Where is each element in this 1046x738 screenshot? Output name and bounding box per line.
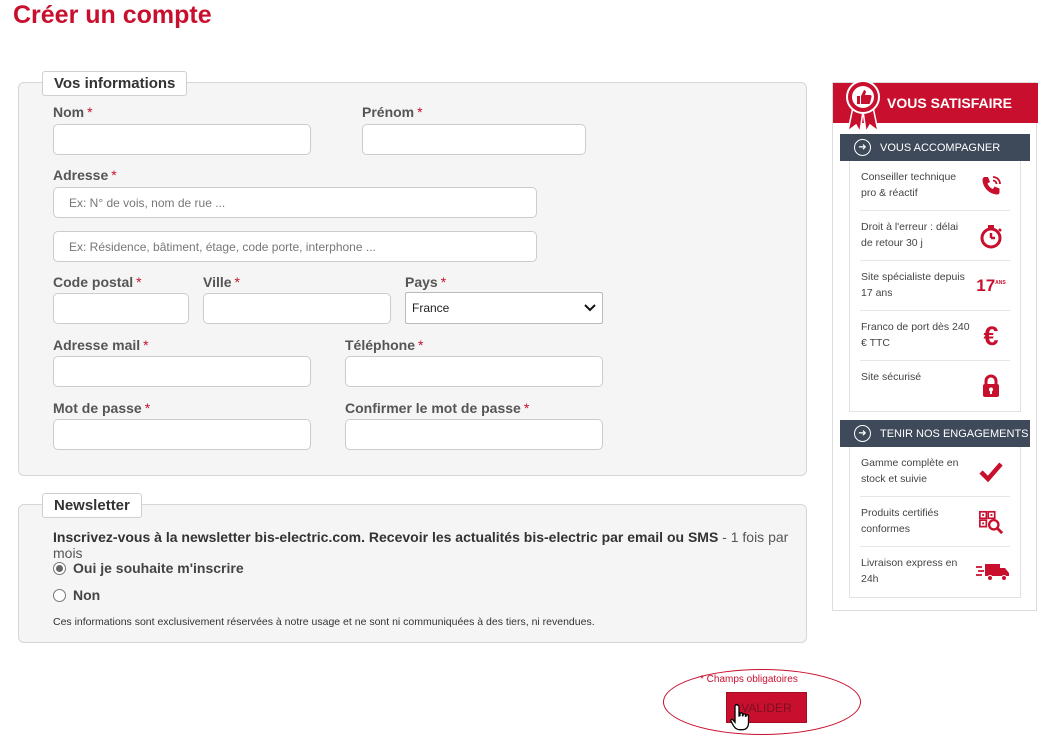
- info-legend: Vos informations: [42, 71, 188, 96]
- password-input[interactable]: [53, 419, 311, 450]
- badge-unit: ANS: [995, 280, 1006, 286]
- nom-input[interactable]: [53, 124, 311, 155]
- qr-search-icon: [978, 509, 1004, 535]
- privacy-note: Ces informations sont exclusivement rése…: [53, 616, 595, 628]
- pays-select[interactable]: France: [405, 292, 603, 324]
- code-postal-label: Code postal *: [53, 274, 142, 290]
- newsletter-option-yes[interactable]: Oui je souhaite m'inscrire: [53, 560, 244, 576]
- required-fields-note: * Champs obligatoires: [700, 674, 798, 685]
- item-text: Droit à l'erreur : délai de retour 30 j: [861, 221, 959, 249]
- arrow-right-icon: ➜: [854, 425, 871, 442]
- list-item: Site spécialiste depuis 17 ans 17 ANS: [860, 261, 1010, 311]
- email-input[interactable]: [53, 356, 311, 387]
- section-accompagner-title: VOUS ACCOMPAGNER: [880, 141, 1001, 154]
- reassurance-sidebar: VOUS SATISFAIRE ➜ VOUS ACCOMPAGNER Conse…: [832, 80, 1038, 611]
- pays-selected-value: France: [412, 301, 450, 315]
- telephone-label: Téléphone *: [345, 337, 424, 353]
- option-no-label: Non: [73, 587, 101, 603]
- section-engagements-heading: ➜ TENIR NOS ENGAGEMENTS: [840, 420, 1030, 447]
- list-item: Franco de port dès 240 € TTC €: [860, 311, 1010, 361]
- lock-icon: [978, 373, 1004, 399]
- adresse-mail-label: Adresse mail *: [53, 337, 149, 353]
- newsletter-legend: Newsletter: [42, 493, 142, 518]
- sidebar-title: VOUS SATISFAIRE: [887, 95, 1012, 111]
- delivery-truck-icon: [976, 559, 1010, 585]
- prenom-input[interactable]: [362, 124, 586, 155]
- adresse-line2-input[interactable]: [53, 231, 537, 262]
- code-postal-input[interactable]: [53, 293, 189, 324]
- option-yes-label: Oui je souhaite m'inscrire: [73, 560, 244, 576]
- list-item: Livraison express en 24h: [860, 547, 1010, 597]
- hand-cursor-icon: [730, 703, 750, 731]
- newsletter-option-no[interactable]: Non: [53, 587, 100, 603]
- euro-icon: €: [983, 321, 999, 351]
- check-icon: [978, 459, 1004, 485]
- item-text: Site sécurisé: [861, 371, 922, 383]
- chevron-down-icon: [584, 304, 596, 312]
- page-title: Créer un compte: [13, 1, 212, 29]
- item-text: Franco de port dès 240 € TTC: [861, 321, 970, 349]
- stopwatch-icon: [978, 223, 1004, 249]
- ville-input[interactable]: [203, 293, 391, 324]
- mot-de-passe-label: Mot de passe *: [53, 400, 151, 416]
- list-item: Droit à l'erreur : délai de retour 30 j: [860, 211, 1010, 261]
- 17-ans-badge: 17 ANS: [972, 273, 1010, 299]
- radio-yes[interactable]: [53, 561, 66, 575]
- section-accompagner-list: Conseiller technique pro & réactif Droit…: [849, 161, 1021, 412]
- section-accompagner-heading: ➜ VOUS ACCOMPAGNER: [840, 134, 1030, 161]
- item-text: Livraison express en 24h: [861, 557, 958, 585]
- list-item: Produits certifiés conformes: [860, 497, 1010, 547]
- newsletter-description: Inscrivez-vous à la newsletter bis-elect…: [53, 529, 789, 561]
- prenom-label: Prénom *: [362, 104, 423, 120]
- list-item: Conseiller technique pro & réactif: [860, 161, 1010, 211]
- thumbs-up-ribbon-icon: [846, 80, 880, 135]
- nom-label: Nom *: [53, 104, 93, 120]
- list-item: Site sécurisé: [860, 361, 1010, 411]
- newsletter-fieldset: Newsletter Inscrivez-vous à la newslette…: [18, 493, 807, 643]
- section-engagements-title: TENIR NOS ENGAGEMENTS: [880, 427, 1029, 440]
- item-text: Conseiller technique pro & réactif: [861, 171, 957, 199]
- arrow-right-icon: ➜: [854, 139, 871, 156]
- radio-no[interactable]: [53, 588, 66, 602]
- list-item: Gamme complète en stock et suivie: [860, 447, 1010, 497]
- confirm-password-input[interactable]: [345, 419, 603, 450]
- telephone-input[interactable]: [345, 356, 603, 387]
- info-fieldset: Vos informations Nom* Prénom* Adresse* C…: [18, 71, 807, 476]
- ville-label: Ville *: [203, 274, 240, 290]
- badge-number: 17: [976, 276, 996, 295]
- item-text: Produits certifiés conformes: [861, 507, 939, 535]
- item-text: Gamme complète en stock et suivie: [861, 457, 959, 485]
- adresse-label: Adresse *: [53, 167, 117, 183]
- adresse-line1-input[interactable]: [53, 187, 537, 218]
- confirm-password-label: Confirmer le mot de passe *: [345, 400, 530, 416]
- phone-icon: [978, 173, 1004, 199]
- item-text: Site spécialiste depuis 17 ans: [861, 271, 965, 299]
- pays-label: Pays *: [405, 274, 447, 290]
- section-engagements-list: Gamme complète en stock et suivie Produi…: [849, 447, 1021, 598]
